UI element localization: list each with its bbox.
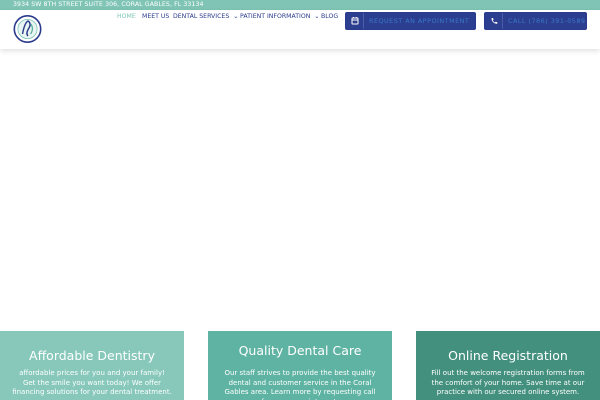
card-text: Fill out the welcome registration forms … <box>431 369 585 397</box>
call-button[interactable]: CALL (786) 391-0589 <box>484 12 587 30</box>
nav-blog[interactable]: BLOG <box>321 13 338 21</box>
nav-dental-services[interactable]: DENTAL SERVICES ⌄ <box>173 13 238 21</box>
card-title: Affordable Dentistry <box>29 348 155 363</box>
request-appointment-label: REQUEST AN APPOINTMENT <box>369 17 470 25</box>
card-quality-dental-care[interactable]: Quality Dental Care Our staff strives to… <box>208 331 392 400</box>
chevron-down-icon: ⌄ <box>233 13 239 20</box>
practice-logo[interactable] <box>12 12 43 46</box>
site-header: HOME MEET US DENTAL SERVICES ⌄ PATIENT IN… <box>0 10 600 49</box>
request-appointment-button[interactable]: REQUEST AN APPOINTMENT <box>345 12 476 30</box>
nav-patient-information-label: PATIENT INFORMATION <box>240 13 311 20</box>
card-title: Online Registration <box>448 348 568 363</box>
card-text: Our staff strives to provide the best qu… <box>224 369 376 400</box>
card-title: Quality Dental Care <box>238 343 362 358</box>
card-online-registration[interactable]: Online Registration Fill out the welcome… <box>416 331 600 400</box>
calendar-icon <box>346 13 364 29</box>
phone-icon <box>485 13 503 29</box>
call-label: CALL (786) 391-0589 <box>508 17 586 25</box>
nav-meet-us[interactable]: MEET US <box>142 13 169 21</box>
nav-patient-information[interactable]: PATIENT INFORMATION ⌄ <box>240 13 319 21</box>
nav-home[interactable]: HOME <box>117 13 136 21</box>
chevron-down-icon: ⌄ <box>314 13 320 20</box>
card-affordable-dentistry[interactable]: Affordable Dentistry affordable prices f… <box>0 331 184 400</box>
card-text: affordable prices for you and your famil… <box>12 369 172 397</box>
logo-icon <box>13 15 42 43</box>
top-info-bar: 3934 SW 8TH STREET SUITE 306, CORAL GABL… <box>0 0 600 10</box>
address-text: 3934 SW 8TH STREET SUITE 306, CORAL GABL… <box>13 1 204 8</box>
nav-dental-services-label: DENTAL SERVICES <box>173 13 230 20</box>
